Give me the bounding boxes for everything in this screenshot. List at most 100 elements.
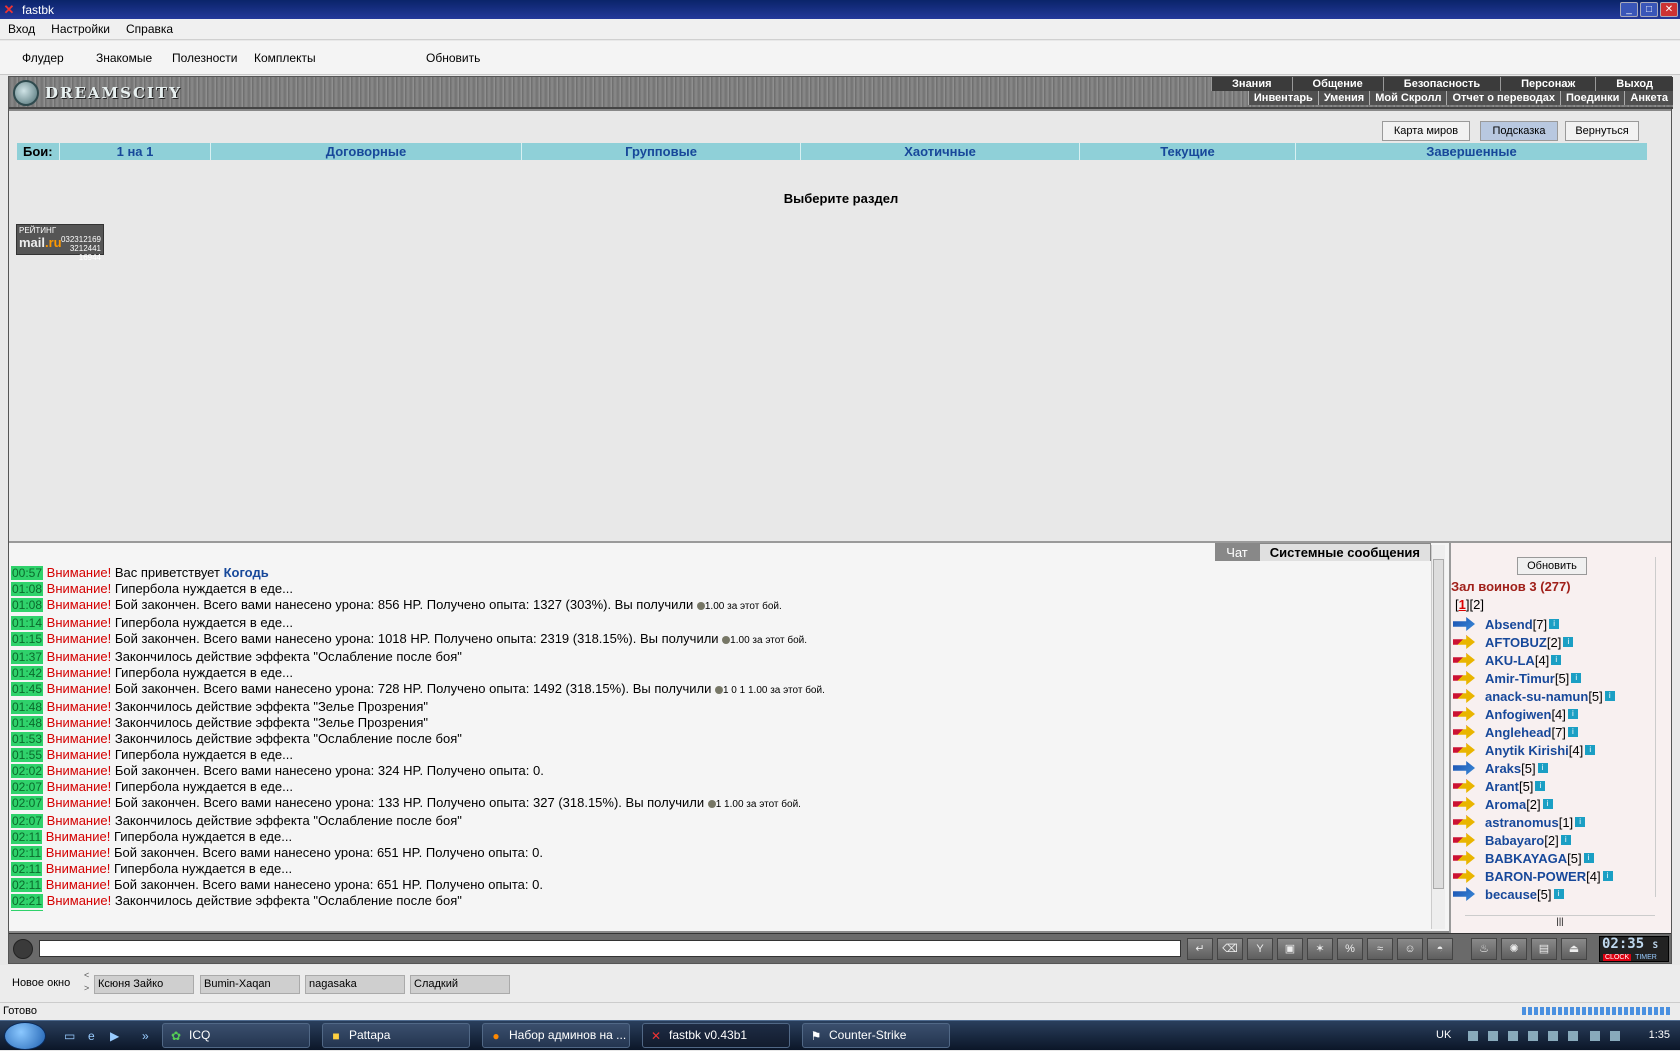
page-1-link[interactable]: 1 [1459, 597, 1466, 612]
task-pattapa[interactable]: ■ Pattapa [322, 1023, 470, 1048]
smiley-menu-icon[interactable] [13, 939, 33, 959]
minimize-button[interactable]: _ [1620, 2, 1638, 17]
flooder-button[interactable]: Флудер [22, 51, 64, 65]
back-button[interactable]: Вернуться [1565, 121, 1639, 141]
user-info-icon[interactable]: i [1553, 889, 1564, 899]
user-row[interactable]: astranomus [1] i [1453, 813, 1653, 831]
send-icon[interactable]: ↵ [1187, 938, 1213, 960]
dreamscity-logo[interactable]: DREAMSCITY [13, 79, 182, 107]
user-row[interactable]: BARON-POWER [4] i [1453, 867, 1653, 885]
world-map-button[interactable]: Карта миров [1382, 121, 1470, 141]
nav-security[interactable]: Безопасность [1382, 77, 1500, 91]
wave-icon[interactable]: ≈ [1367, 938, 1393, 960]
user-name[interactable]: Anglehead [1485, 725, 1551, 740]
tray-icon-4[interactable] [1528, 1031, 1538, 1041]
tab-chat[interactable]: Чат [1215, 543, 1259, 561]
hint-button[interactable]: Подсказка [1480, 121, 1558, 141]
user-info-icon[interactable]: i [1575, 817, 1586, 827]
user-info-icon[interactable]: i [1551, 655, 1562, 665]
userlist-refresh-button[interactable]: Обновить [1517, 557, 1587, 575]
task-firefox[interactable]: ● Набор админов на ... [482, 1023, 630, 1048]
user-info-icon[interactable]: i [1567, 727, 1578, 737]
tray-icon-6[interactable] [1568, 1031, 1578, 1041]
maximize-button[interactable]: □ [1640, 2, 1658, 17]
user-info-icon[interactable]: i [1535, 781, 1546, 791]
show-desktop-icon[interactable]: ▭ [64, 1029, 80, 1043]
user-row[interactable]: Absend [7] i [1453, 615, 1653, 633]
user-info-icon[interactable]: i [1585, 745, 1596, 755]
kits-button[interactable]: Комплекты [254, 51, 316, 65]
user-row[interactable]: AKU-LA [4] i [1453, 651, 1653, 669]
chat-scroll-thumb[interactable] [1433, 559, 1444, 889]
user-info-icon[interactable]: i [1567, 709, 1578, 719]
userlist-scrollbar[interactable] [1655, 557, 1667, 897]
nav-inventory[interactable]: Инвентарь [1247, 91, 1318, 105]
tray-icon-3[interactable] [1508, 1031, 1518, 1041]
user-name[interactable]: anack-su-namun [1485, 689, 1588, 704]
nav-duels[interactable]: Поединки [1560, 91, 1624, 105]
acquaintances-button[interactable]: Знакомые [96, 51, 152, 65]
user-name[interactable]: Babayaro [1485, 833, 1544, 848]
user-row[interactable]: because [5] i [1453, 885, 1653, 903]
mailru-rating-counter[interactable]: РЕЙТИНГ mail.ru 032312169 3212441 16944 [16, 224, 104, 262]
user-row[interactable]: Babayaro [2] i [1453, 831, 1653, 849]
tab-group[interactable]: Групповые [521, 143, 800, 160]
user-info-icon[interactable]: i [1604, 691, 1615, 701]
user-name[interactable]: BARON-POWER [1485, 869, 1586, 884]
windows-scroll-arrows-icon[interactable]: < > [84, 969, 89, 995]
ie-icon[interactable]: e [88, 1029, 104, 1043]
tab-system-messages[interactable]: Системные сообщения [1258, 543, 1431, 561]
filter-icon[interactable]: Y [1247, 938, 1273, 960]
private-tab-2[interactable]: Bumin-Xaqan [200, 975, 300, 994]
language-indicator[interactable]: UK [1436, 1029, 1451, 1041]
utilities-button[interactable]: Полезности [172, 51, 237, 65]
user-row[interactable]: Amir-Timur [5] i [1453, 669, 1653, 687]
user-info-icon[interactable]: i [1563, 637, 1574, 647]
user-name[interactable]: Araks [1485, 761, 1521, 776]
menu-help[interactable]: Справка [118, 22, 181, 36]
user-info-icon[interactable]: i [1542, 799, 1553, 809]
save-icon[interactable]: ▣ [1277, 938, 1303, 960]
user-row[interactable]: anack-su-namun [5] i [1453, 687, 1653, 705]
user-row[interactable]: Arant [5] i [1453, 777, 1653, 795]
user-info-icon[interactable]: i [1583, 853, 1594, 863]
taskbar-clock[interactable]: 1:35 [1649, 1029, 1670, 1041]
task-icq[interactable]: ✿ ICQ [162, 1023, 310, 1048]
refresh-toolbar-button[interactable]: Обновить [426, 51, 480, 65]
tab-chaotic[interactable]: Хаотичные [800, 143, 1079, 160]
tab-finished[interactable]: Завершенные [1295, 143, 1647, 160]
volume-icon[interactable] [1610, 1031, 1620, 1041]
fighter-icon[interactable]: ✶ [1307, 938, 1333, 960]
user-name[interactable]: Aroma [1485, 797, 1526, 812]
user-row[interactable]: BABKAYAGA [5] i [1453, 849, 1653, 867]
task-counter-strike[interactable]: ⚑ Counter-Strike [802, 1023, 950, 1048]
private-tab-1[interactable]: Ксюня Зайко [94, 975, 194, 994]
tab-current[interactable]: Текущие [1079, 143, 1295, 160]
user-row[interactable]: AFTOBUZ [2] i [1453, 633, 1653, 651]
user-name[interactable]: Anytik Kirishi [1485, 743, 1569, 758]
chat-nickname[interactable]: Когодь [224, 565, 269, 580]
magic-icon[interactable]: ✺ [1501, 938, 1527, 960]
media-icon[interactable]: ▶ [110, 1029, 126, 1043]
nav-communication[interactable]: Общение [1291, 77, 1383, 91]
tab-arranged[interactable]: Договорные [210, 143, 521, 160]
chat-scrollbar[interactable] [1431, 545, 1445, 929]
userlist-hscrollbar[interactable]: ||| [1465, 915, 1655, 927]
chat-input[interactable] [39, 940, 1181, 957]
user-info-icon[interactable]: i [1537, 763, 1548, 773]
start-button[interactable] [4, 1022, 46, 1050]
nav-transfer-report[interactable]: Отчет о переводах [1446, 91, 1560, 105]
user-name[interactable]: Absend [1485, 617, 1533, 632]
user-name[interactable]: Anfogiwen [1485, 707, 1551, 722]
tab-one-on-one[interactable]: 1 на 1 [59, 143, 210, 160]
user-row[interactable]: Araks [5] i [1453, 759, 1653, 777]
gift-icon[interactable]: ▤ [1531, 938, 1557, 960]
bag-icon[interactable]: ♨ [1471, 938, 1497, 960]
network-icon[interactable] [1590, 1031, 1600, 1041]
tray-icon-5[interactable] [1548, 1031, 1558, 1041]
nav-my-scroll[interactable]: Мой Скролл [1369, 91, 1446, 105]
user-row[interactable]: Aroma [2] i [1453, 795, 1653, 813]
menu-login[interactable]: Вход [0, 22, 43, 36]
user-name[interactable]: because [1485, 887, 1537, 902]
user-info-icon[interactable]: i [1571, 673, 1582, 683]
